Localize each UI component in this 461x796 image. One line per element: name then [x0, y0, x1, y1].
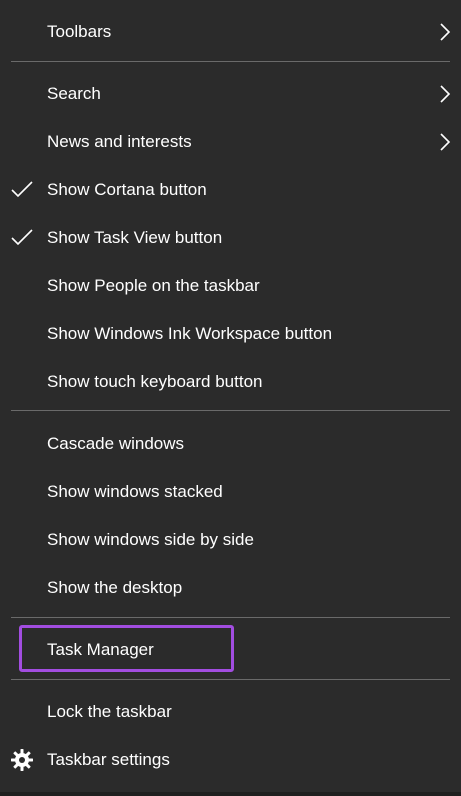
menu-item-label: Show Task View button: [47, 228, 223, 247]
menu-item-search[interactable]: Search: [0, 70, 461, 118]
menu-item-cascade-windows[interactable]: Cascade windows: [0, 420, 461, 468]
menu-item-label: Show Windows Ink Workspace button: [47, 324, 333, 343]
menu-item-label: Search: [47, 84, 101, 103]
menu-separator: [11, 679, 450, 680]
menu-item-toolbars[interactable]: Toolbars: [0, 8, 461, 56]
menu-item-label: Show Cortana button: [47, 180, 207, 199]
menu-item-show-touch-keyboard[interactable]: Show touch keyboard button: [0, 358, 461, 406]
menu-item-show-windows-stacked[interactable]: Show windows stacked: [0, 468, 461, 516]
menu-item-label: Lock the taskbar: [47, 702, 172, 721]
menu-separator: [11, 61, 450, 62]
taskbar-context-menu: Toolbars Search News and interests Show …: [0, 0, 461, 796]
menu-bottom-edge: [0, 792, 461, 796]
menu-item-news-and-interests[interactable]: News and interests: [0, 118, 461, 166]
chevron-right-icon: [440, 23, 451, 41]
menu-item-show-the-desktop[interactable]: Show the desktop: [0, 564, 461, 612]
menu-item-show-cortana-button[interactable]: Show Cortana button: [0, 166, 461, 214]
menu-item-label: Show touch keyboard button: [47, 372, 263, 391]
menu-item-label: Toolbars: [47, 22, 112, 41]
task-manager-highlight-box: [19, 625, 234, 672]
menu-item-label: Show windows stacked: [47, 482, 223, 501]
menu-item-label: Show windows side by side: [47, 530, 254, 549]
menu-item-show-people[interactable]: Show People on the taskbar: [0, 262, 461, 310]
menu-item-label: Show People on the taskbar: [47, 276, 260, 295]
menu-item-label: Show the desktop: [47, 578, 183, 597]
menu-item-label: News and interests: [47, 132, 192, 151]
gear-icon: [11, 749, 33, 771]
chevron-right-icon: [440, 85, 451, 103]
menu-separator: [11, 410, 450, 411]
menu-item-label: Taskbar settings: [47, 750, 170, 769]
checkmark-icon: [11, 229, 33, 246]
menu-item-label: Cascade windows: [47, 434, 185, 453]
chevron-right-icon: [440, 133, 451, 151]
menu-item-show-windows-side-by-side[interactable]: Show windows side by side: [0, 516, 461, 564]
menu-item-taskbar-settings[interactable]: Taskbar settings: [0, 736, 461, 784]
menu-item-show-windows-ink-workspace[interactable]: Show Windows Ink Workspace button: [0, 310, 461, 358]
checkmark-icon: [11, 181, 33, 198]
menu-item-lock-the-taskbar[interactable]: Lock the taskbar: [0, 688, 461, 736]
menu-separator: [11, 617, 450, 618]
menu-item-show-task-view-button[interactable]: Show Task View button: [0, 214, 461, 262]
